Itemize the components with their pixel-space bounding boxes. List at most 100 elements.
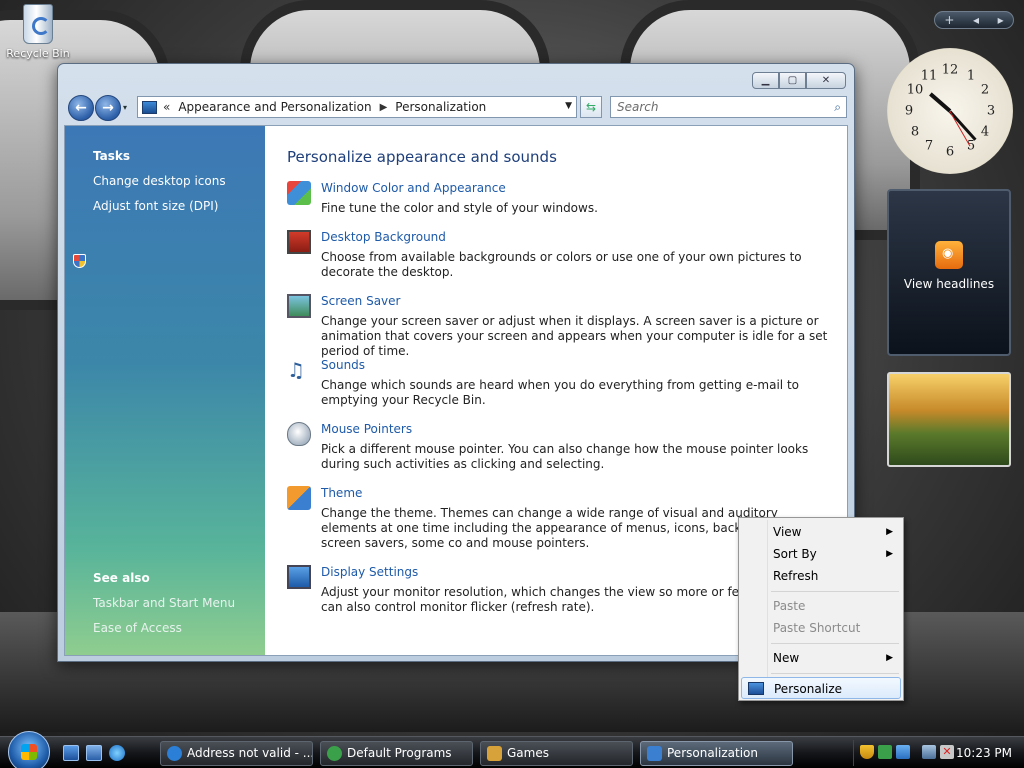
recent-pages-dropdown[interactable]: ▾ [123, 103, 131, 112]
window-color-icon[interactable] [287, 181, 311, 205]
clock-number: 10 [906, 82, 924, 98]
theme-icon[interactable] [287, 486, 311, 510]
sounds-link[interactable]: Sounds [321, 358, 365, 372]
games-icon [487, 746, 502, 761]
menu-item-refresh[interactable]: Refresh [741, 565, 901, 587]
network-icon[interactable] [922, 745, 936, 759]
taskbar-start-menu-link[interactable]: Taskbar and Start Menu [93, 596, 235, 610]
taskbar-button-internet-explorer[interactable]: Address not valid - ... [160, 741, 313, 766]
display-settings-link[interactable]: Display Settings [321, 565, 418, 579]
desktop-background-link[interactable]: Desktop Background [321, 230, 446, 244]
taskbar-button-label: Default Programs [347, 746, 452, 760]
screen-saver-description: Change your screen saver or adjust when … [321, 314, 828, 358]
feed-headlines-gadget[interactable]: View headlines [887, 189, 1011, 356]
control-panel-icon [142, 100, 157, 114]
start-button[interactable] [8, 731, 50, 768]
clock-number: 11 [920, 68, 938, 84]
refresh-button[interactable]: ⇆ [580, 96, 602, 118]
minimize-button[interactable]: ▁ [752, 72, 779, 89]
breadcrumb-separator-icon[interactable]: ▶ [380, 102, 388, 113]
page-title: Personalize appearance and sounds [287, 148, 557, 166]
menu-item-paste-shortcut: Paste Shortcut [741, 617, 901, 639]
menu-item-label: Personalize [774, 682, 843, 696]
windows-update-icon[interactable] [896, 745, 910, 759]
forward-button[interactable]: → [95, 95, 121, 121]
taskbar-button-default-programs[interactable]: Default Programs [320, 741, 473, 766]
see-also-heading: See also [93, 571, 150, 585]
ease-of-access-link[interactable]: Ease of Access [93, 621, 182, 635]
menu-separator [771, 643, 899, 644]
menu-separator [771, 673, 899, 674]
address-overflow-chevron[interactable]: « [163, 100, 170, 114]
add-gadget-icon[interactable]: + [944, 13, 954, 27]
default-programs-icon [327, 746, 342, 761]
window-color-description: Fine tune the color and style of your wi… [321, 201, 598, 215]
switch-windows-icon[interactable] [86, 745, 102, 761]
theme-link[interactable]: Theme [321, 486, 362, 500]
taskbar-button-label: Address not valid - ... [187, 746, 313, 760]
clock-number: 4 [980, 124, 990, 140]
breadcrumb-appearance[interactable]: Appearance and Personalization [178, 100, 371, 114]
taskbar-button-games[interactable]: Games [480, 741, 633, 766]
rss-feed-icon [935, 241, 963, 269]
security-alert-icon[interactable] [860, 745, 874, 759]
breadcrumb-personalization[interactable]: Personalization [395, 100, 486, 114]
control-panel-icon [647, 746, 662, 761]
screen-saver-icon[interactable] [287, 294, 311, 318]
taskbar-button-personalization[interactable]: Personalization [640, 741, 793, 766]
change-desktop-icons-link[interactable]: Change desktop icons [93, 174, 226, 188]
display-settings-icon[interactable] [287, 565, 311, 589]
screen-saver-link[interactable]: Screen Saver [321, 294, 400, 308]
mouse-pointers-icon[interactable] [287, 422, 311, 446]
previous-gadgets-icon[interactable]: ◂ [973, 13, 979, 27]
view-headlines-label[interactable]: View headlines [889, 277, 1009, 291]
submenu-arrow-icon: ▶ [886, 549, 893, 559]
search-icon[interactable]: ⌕ [834, 100, 841, 115]
taskbar-clock[interactable]: 10:23 PM [956, 746, 1012, 760]
taskbar-button-label: Games [507, 746, 549, 760]
volume-muted-icon[interactable]: ✕ [940, 745, 954, 759]
submenu-arrow-icon: ▶ [886, 527, 893, 537]
internet-explorer-icon[interactable] [109, 745, 125, 761]
gadget-controls: + ◂ ▸ [934, 11, 1014, 29]
desktop-background-icon[interactable] [287, 230, 311, 254]
adjust-font-size-link[interactable]: Adjust font size (DPI) [93, 199, 218, 213]
sounds-icon[interactable]: ♫ [287, 358, 311, 382]
list-item: Mouse Pointers Pick a different mouse po… [287, 422, 837, 472]
windows-defender-icon[interactable] [878, 745, 892, 759]
menu-item-sort-by[interactable]: Sort By ▶ [741, 543, 901, 565]
clock-number: 7 [924, 138, 934, 154]
next-gadgets-icon[interactable]: ▸ [998, 13, 1004, 27]
menu-item-personalize[interactable]: Personalize [741, 677, 901, 699]
menu-item-label: New [773, 651, 800, 665]
menu-item-view[interactable]: View ▶ [741, 521, 901, 543]
clock-number: 1 [966, 68, 976, 84]
address-bar[interactable]: « Appearance and Personalization ▶ Perso… [137, 96, 577, 118]
menu-item-new[interactable]: New ▶ [741, 647, 901, 669]
address-dropdown-icon[interactable]: ▼ [565, 101, 572, 111]
list-item: ♫ Sounds Change which sounds are heard w… [287, 358, 837, 408]
slideshow-gadget[interactable] [887, 372, 1011, 467]
sounds-description: Change which sounds are heard when you d… [321, 378, 799, 407]
notification-area: ✕ 10:23 PM [853, 740, 1024, 766]
menu-item-label: Sort By [773, 547, 817, 561]
menu-item-label: Paste Shortcut [773, 621, 861, 635]
recycle-bin[interactable]: Recycle Bin [6, 2, 70, 60]
close-button[interactable]: ✕ [806, 72, 846, 89]
search-placeholder: Search [617, 100, 659, 114]
taskbar: Address not valid - ... Default Programs… [0, 731, 1024, 768]
show-desktop-icon[interactable] [63, 745, 79, 761]
clock-number: 3 [986, 103, 996, 119]
search-input[interactable]: Search ⌕ [610, 96, 847, 118]
menu-item-label: View [773, 525, 802, 539]
mouse-pointers-link[interactable]: Mouse Pointers [321, 422, 412, 436]
clock-number: 6 [945, 144, 955, 160]
maximize-button[interactable]: ▢ [779, 72, 806, 89]
window-color-link[interactable]: Window Color and Appearance [321, 181, 506, 195]
clock-hour-hand [929, 92, 952, 113]
clock-gadget[interactable]: 12 1 2 3 4 5 6 7 8 9 10 11 [887, 48, 1013, 174]
clock-number: 2 [980, 82, 990, 98]
back-button[interactable]: ← [68, 95, 94, 121]
taskbar-button-label: Personalization [667, 746, 758, 760]
window-client-area: Tasks Change desktop icons Adjust font s… [64, 125, 848, 656]
